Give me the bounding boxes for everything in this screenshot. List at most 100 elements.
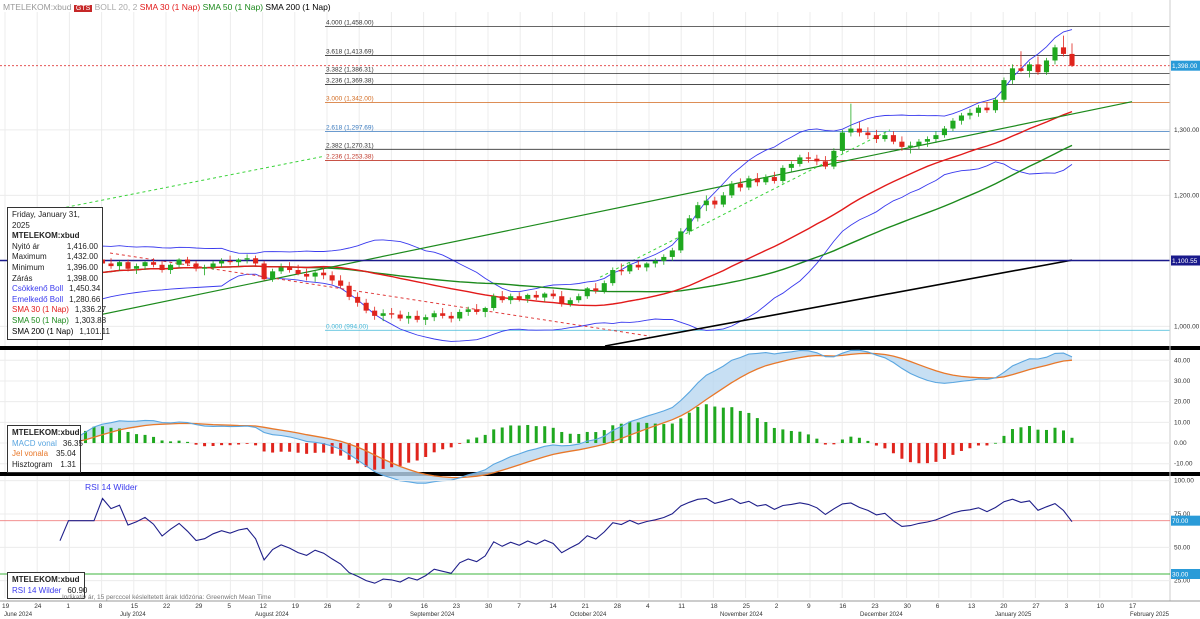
macd-histogram-bar <box>1053 427 1057 444</box>
macd-histogram-bar <box>126 431 130 444</box>
candle-body <box>958 115 964 121</box>
macd-histogram-bar <box>883 443 887 449</box>
candle-body <box>686 218 692 232</box>
candle-body <box>457 311 463 319</box>
technical-chart[interactable]: 1,000.001,100.001,200.001,300.004.000 (1… <box>0 0 1200 619</box>
info-row-label: Hisztogram <box>12 459 53 469</box>
fib-level-label: 2.382 (1,270.31) <box>326 142 374 149</box>
fib-level-label: 3.382 (1,386.31) <box>326 66 374 73</box>
rsi-tick-label: 100.00 <box>1174 478 1194 485</box>
macd-histogram-bar <box>611 425 615 444</box>
info-row: MACD vonal 36.35 <box>12 438 83 450</box>
macd-histogram-bar <box>271 443 275 453</box>
sma30-line <box>59 110 1073 307</box>
x-day-tick-label: 8 <box>99 603 103 610</box>
macd-histogram-bar <box>662 424 666 444</box>
info-row-label: Nyitó ár <box>12 241 40 251</box>
header-sma50[interactable]: SMA 50 (1 Nap) <box>203 2 263 12</box>
header-sma200[interactable]: SMA 200 (1 Nap) <box>265 2 330 12</box>
candle-body <box>797 157 803 164</box>
candle-body <box>525 294 531 299</box>
candle-body <box>695 205 701 219</box>
fib-level-label: 0.000 (994.00) <box>326 323 368 330</box>
candle-body <box>440 313 446 316</box>
panel-separator <box>0 346 1200 350</box>
macd-histogram-bar <box>492 429 496 444</box>
x-month-label: November 2024 <box>720 612 763 618</box>
macd-histogram-bar <box>135 434 139 444</box>
macd-histogram-bar <box>330 443 334 454</box>
info-row-label: SMA 200 (1 Nap) <box>12 326 74 336</box>
info-row-label: MACD vonal <box>12 438 57 448</box>
candle-body <box>780 167 786 181</box>
info-row: SMA 30 (1 Nap) 1,336.27 <box>12 305 106 316</box>
macd-histogram-bar <box>483 434 487 444</box>
macd-histogram-bar <box>900 443 904 459</box>
candle-body <box>244 258 250 260</box>
macd-histogram-bar <box>704 404 708 444</box>
macd-histogram-bar <box>1019 427 1023 444</box>
x-day-tick-label: 27 <box>1032 603 1040 610</box>
macd-histogram-bar <box>279 443 283 452</box>
fib-level-label: 4.000 (1,458.00) <box>326 19 374 26</box>
macd-histogram-bar <box>1010 429 1014 444</box>
info-row: Nyitó ár 1,416.00 <box>12 242 98 253</box>
macd-histogram-bar <box>968 443 972 449</box>
candle-body <box>270 271 276 280</box>
candle-body <box>474 309 480 312</box>
candle-body <box>754 178 760 183</box>
candle-body <box>601 283 607 291</box>
candle-body <box>406 315 412 319</box>
macd-histogram-bar <box>373 443 377 470</box>
macd-histogram-bar <box>109 427 113 444</box>
macd-histogram-bar <box>560 431 564 444</box>
x-month-label: September 2024 <box>410 612 455 618</box>
candle-body <box>984 107 990 111</box>
macd-histogram-bar <box>721 407 725 444</box>
candle-body <box>737 183 743 188</box>
macd-histogram-bar <box>543 426 547 444</box>
macd-histogram-bar <box>415 443 419 461</box>
info-row-value: 35.04 <box>55 449 76 459</box>
candle-body <box>890 135 896 142</box>
macd-histogram-bar <box>152 436 156 444</box>
info-row-label: Jel vonala <box>12 449 49 459</box>
macd-histogram-bar <box>424 443 428 457</box>
price-tick-label: 1,200.00 <box>1174 192 1200 199</box>
candle-body <box>865 132 871 136</box>
candle-body <box>618 270 624 272</box>
x-month-label: October 2024 <box>570 612 607 618</box>
candle-body <box>423 317 429 320</box>
macd-histogram-bar <box>985 443 989 446</box>
macd-histogram-bar <box>976 443 980 446</box>
candle-body <box>1026 64 1033 71</box>
candle-body <box>1052 47 1058 61</box>
macd-histogram-bar <box>1027 425 1031 444</box>
macd-info-box: MTELEKOM:xbud MACD vonal 36.35 Jel vonala 3… <box>7 425 83 474</box>
info-row-value: 1,280.66 <box>69 294 101 304</box>
trendline-dashed-green-2 <box>599 129 891 278</box>
candle-body <box>312 272 318 277</box>
info-row: Hisztogram 1.31 <box>12 460 76 471</box>
macd-histogram-bar <box>245 443 249 444</box>
candle-body <box>661 256 667 261</box>
macd-histogram-bar <box>398 443 402 466</box>
candle-body <box>967 112 973 116</box>
candle-body <box>414 315 420 320</box>
macd-tick-label: 40.00 <box>1174 357 1191 364</box>
candle-body <box>788 163 794 168</box>
header-sma30[interactable]: SMA 30 (1 Nap) <box>140 2 200 12</box>
candle-body <box>559 296 565 305</box>
candle-body <box>533 294 539 298</box>
macd-histogram-bar <box>500 427 504 444</box>
sma200-line <box>604 259 1073 347</box>
x-day-tick-label: 17 <box>1129 603 1137 610</box>
header-badge[interactable]: GTS <box>73 5 93 12</box>
chart-workspace: 1,000.001,100.001,200.001,300.004.000 (1… <box>0 0 1200 619</box>
macd-histogram-bar <box>441 443 445 450</box>
rsi-line <box>59 497 1073 584</box>
info-row-label: Minimum <box>12 262 45 272</box>
x-day-tick-label: 20 <box>1000 603 1008 610</box>
info-row-label: SMA 50 (1 Nap) <box>12 315 69 325</box>
x-day-tick-label: 16 <box>839 603 847 610</box>
